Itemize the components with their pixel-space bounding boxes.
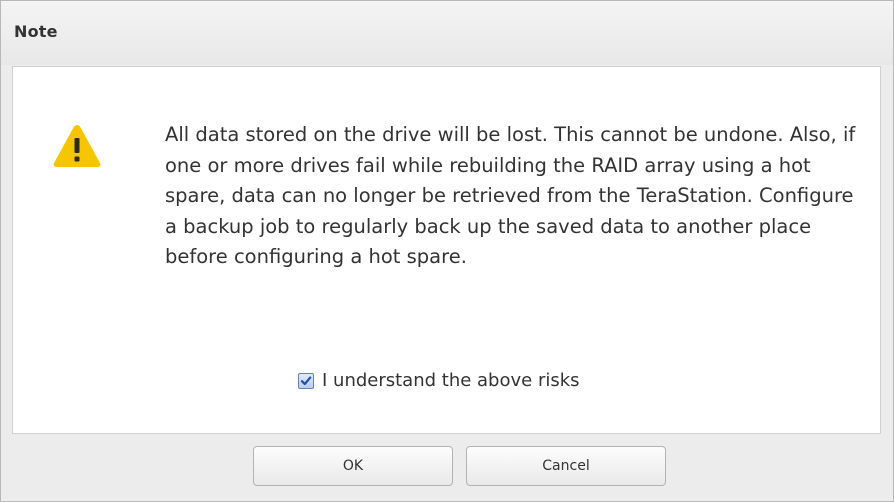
- understand-risks-checkbox-row[interactable]: I understand the above risks: [298, 370, 580, 391]
- warning-icon: [53, 125, 101, 167]
- ok-button[interactable]: OK: [253, 446, 453, 486]
- understand-risks-checkbox[interactable]: [298, 372, 314, 389]
- checkmark-icon: [300, 376, 312, 385]
- dialog-title: Note: [14, 22, 58, 41]
- understand-risks-label[interactable]: I understand the above risks: [322, 370, 580, 391]
- warning-message: All data stored on the drive will be los…: [165, 123, 856, 269]
- dialog-body: All data stored on the drive will be los…: [12, 66, 881, 434]
- cancel-button[interactable]: Cancel: [466, 446, 666, 486]
- note-dialog: Note All data stored on the drive will b…: [0, 0, 894, 502]
- dialog-titlebar: Note: [1, 1, 893, 65]
